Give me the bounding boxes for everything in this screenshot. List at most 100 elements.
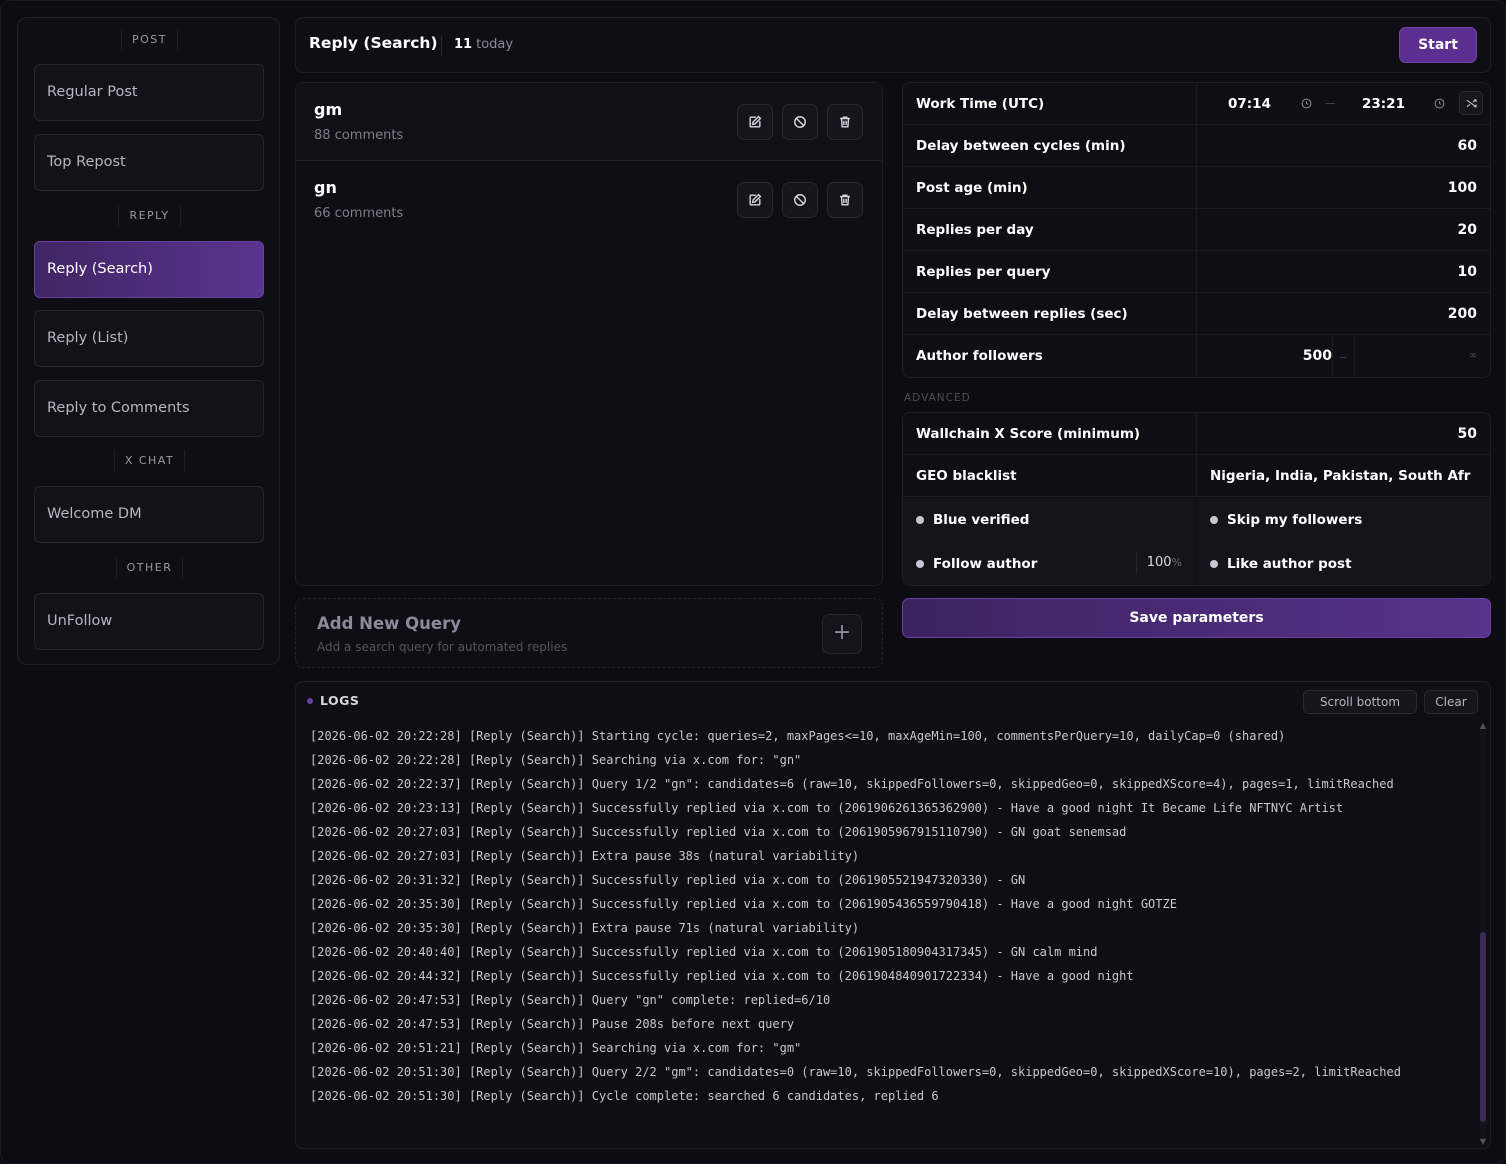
- sidebar-item-reply-to-comments[interactable]: Reply to Comments: [34, 380, 264, 437]
- advanced-panel: Wallchain X Score (minimum) 50 GEO black…: [902, 412, 1491, 586]
- log-line: [2026-06-02 20:51:30] [Reply (Search)] C…: [310, 1089, 939, 1103]
- row-divider: [1196, 251, 1197, 292]
- follow-percent-unit: %: [1171, 556, 1182, 569]
- sidebar-section-x-chat: X CHAT: [18, 450, 281, 472]
- score-row: Wallchain X Score (minimum) 50: [903, 413, 1490, 455]
- disable-query-button[interactable]: [782, 104, 818, 140]
- log-output: [2026-06-02 20:22:28] [Reply (Search)] S…: [310, 726, 1470, 1110]
- edit-icon: [749, 193, 762, 206]
- logs-status-dot: [307, 698, 313, 704]
- row-divider: [1196, 125, 1197, 166]
- author-followers-row: Author followers 500 ∞: [903, 335, 1490, 377]
- query-row[interactable]: gm 88 comments: [296, 83, 882, 161]
- logs-title: LOGS: [320, 693, 360, 708]
- work-time-end-input[interactable]: 23:21: [1362, 96, 1405, 112]
- log-line: [2026-06-02 20:40:40] [Reply (Search)] S…: [310, 945, 1098, 959]
- query-comment-count: 66 comments: [314, 206, 404, 221]
- author-followers-max-input[interactable]: ∞: [1469, 350, 1477, 361]
- range-divider: [1332, 335, 1333, 377]
- shuffle-icon: [1466, 99, 1477, 108]
- log-line: [2026-06-02 20:47:53] [Reply (Search)] P…: [310, 1017, 795, 1031]
- shuffle-time-button[interactable]: [1459, 91, 1483, 115]
- log-line: [2026-06-02 20:31:32] [Reply (Search)] S…: [310, 873, 1026, 887]
- today-count-value: 11: [454, 37, 473, 52]
- toggle-label: Skip my followers: [1227, 512, 1363, 528]
- clock-icon[interactable]: [1434, 98, 1445, 109]
- param-label: Replies per day: [916, 222, 1034, 238]
- log-line: [2026-06-02 20:22:28] [Reply (Search)] S…: [310, 729, 1286, 743]
- toggle-indicator: [916, 560, 924, 568]
- row-divider: [1196, 455, 1197, 496]
- blue-verified-toggle[interactable]: Blue verified: [903, 498, 1196, 542]
- trash-icon: [840, 194, 850, 206]
- score-input[interactable]: 50: [1458, 426, 1477, 442]
- scroll-up-icon[interactable]: ▲: [1479, 722, 1487, 730]
- geo-blacklist-input[interactable]: Nigeria, India, Pakistan, South Afr: [1210, 468, 1482, 484]
- param-value-input[interactable]: 60: [1458, 138, 1477, 154]
- param-value-input[interactable]: 20: [1458, 222, 1477, 238]
- sidebar-item-unfollow[interactable]: UnFollow: [34, 593, 264, 650]
- add-query-subtitle: Add a search query for automated replies: [317, 640, 568, 654]
- header-divider: [441, 36, 442, 56]
- author-followers-min-input[interactable]: 500: [1303, 348, 1332, 364]
- param-row: Delay between cycles (min) 60: [903, 125, 1490, 167]
- trash-icon: [840, 116, 850, 128]
- toggle-indicator: [916, 516, 924, 524]
- log-line: [2026-06-02 20:27:03] [Reply (Search)] S…: [310, 825, 1127, 839]
- toggle-indicator: [1210, 516, 1218, 524]
- sidebar-item-regular-post[interactable]: Regular Post: [34, 64, 264, 121]
- param-label: Wallchain X Score (minimum): [916, 426, 1141, 442]
- param-value-input[interactable]: 100: [1448, 180, 1477, 196]
- sidebar-item-top-repost[interactable]: Top Repost: [34, 134, 264, 191]
- scroll-bottom-button[interactable]: Scroll bottom: [1303, 690, 1417, 714]
- log-line: [2026-06-02 20:23:13] [Reply (Search)] S…: [310, 801, 1344, 815]
- scrollbar-thumb[interactable]: [1480, 932, 1486, 1122]
- geo-row: GEO blacklist Nigeria, India, Pakistan, …: [903, 455, 1490, 497]
- param-label: Delay between cycles (min): [916, 138, 1126, 154]
- toggle-label: Blue verified: [933, 512, 1030, 528]
- row-divider: [1196, 413, 1197, 454]
- today-count-unit: today: [476, 37, 514, 52]
- block-icon: [794, 194, 806, 206]
- follow-percent-input[interactable]: 100%: [1136, 552, 1186, 574]
- sidebar-item-reply-search[interactable]: Reply (Search): [34, 241, 264, 298]
- edit-query-button[interactable]: [737, 182, 773, 218]
- add-query-button[interactable]: +: [822, 614, 862, 654]
- row-divider: [1196, 167, 1197, 208]
- edit-icon: [749, 115, 762, 128]
- param-value-input[interactable]: 10: [1458, 264, 1477, 280]
- sidebar-item-reply-list[interactable]: Reply (List): [34, 310, 264, 367]
- sidebar-item-welcome-dm[interactable]: Welcome DM: [34, 486, 264, 543]
- edit-query-button[interactable]: [737, 104, 773, 140]
- like-post-toggle[interactable]: Like author post: [1197, 542, 1490, 585]
- logs-panel: LOGS Scroll bottom Clear [2026-06-02 20:…: [295, 681, 1491, 1149]
- log-line: [2026-06-02 20:51:21] [Reply (Search)] S…: [310, 1041, 802, 1055]
- param-row: Replies per day 20: [903, 209, 1490, 251]
- header-bar: Reply (Search) 11 today Start: [295, 17, 1491, 73]
- clear-logs-button[interactable]: Clear: [1424, 690, 1478, 714]
- row-divider: [1196, 83, 1197, 124]
- param-row: Delay between replies (sec) 200: [903, 293, 1490, 335]
- follow-author-toggle[interactable]: Follow author 100%: [903, 542, 1196, 585]
- log-line: [2026-06-02 20:44:32] [Reply (Search)] S…: [310, 969, 1134, 983]
- delete-query-button[interactable]: [827, 104, 863, 140]
- sidebar-section-other: OTHER: [18, 557, 281, 579]
- page-title: Reply (Search): [309, 34, 438, 52]
- toggle-indicator: [1210, 560, 1218, 568]
- param-value-input[interactable]: 200: [1448, 306, 1477, 322]
- work-time-row: Work Time (UTC) 07:14 23:21: [903, 83, 1490, 125]
- start-button[interactable]: Start: [1399, 27, 1477, 63]
- scroll-down-icon[interactable]: ▼: [1479, 1138, 1487, 1146]
- logs-header: LOGS Scroll bottom Clear: [296, 682, 1490, 720]
- work-time-start-input[interactable]: 07:14: [1228, 96, 1271, 112]
- query-name: gn: [314, 178, 337, 197]
- clock-icon[interactable]: [1301, 98, 1312, 109]
- skip-followers-toggle[interactable]: Skip my followers: [1197, 498, 1490, 542]
- sidebar-section-post: POST: [18, 29, 281, 51]
- disable-query-button[interactable]: [782, 182, 818, 218]
- save-parameters-button[interactable]: Save parameters: [902, 598, 1491, 638]
- query-row[interactable]: gn 66 comments: [296, 161, 882, 239]
- delete-query-button[interactable]: [827, 182, 863, 218]
- sidebar: POST Regular Post Top Repost REPLY Reply…: [17, 17, 280, 665]
- logs-scrollbar[interactable]: ▲ ▼: [1480, 722, 1486, 1146]
